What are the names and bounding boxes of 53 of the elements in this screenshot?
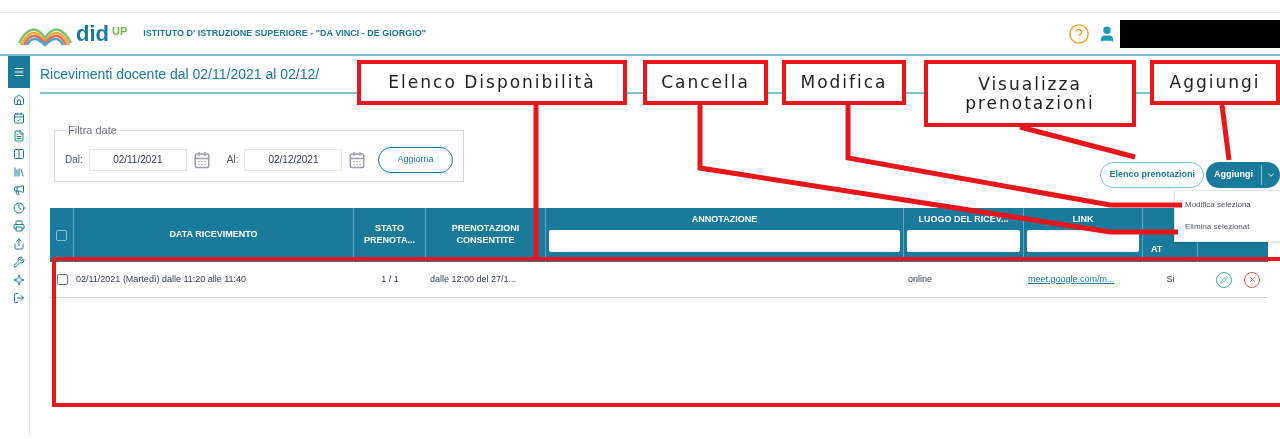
checkbox[interactable] — [56, 229, 67, 241]
app-logo-superscript: UP — [112, 24, 128, 39]
table-cell-text: dalle 12:00 del 27/1... — [429, 272, 518, 286]
callout-label: Elenco Disponibilità — [357, 60, 627, 105]
column-header[interactable]: LUOGO DEL RICEV... — [904, 208, 1024, 262]
meeting-link[interactable]: meet.google.com/m... — [1024, 272, 1143, 287]
from-date-field[interactable]: 02/11/2021 — [88, 148, 187, 171]
close-icon — [1247, 275, 1257, 284]
add-split-button[interactable]: Aggiungi — [1206, 162, 1280, 188]
sidebar-icon[interactable] — [12, 112, 25, 124]
sidebar-icon[interactable] — [12, 130, 25, 142]
sidebar-icon[interactable] — [12, 256, 25, 268]
sidebar-icon[interactable] — [12, 238, 25, 250]
to-date-field[interactable]: 02/12/2021 — [244, 148, 343, 171]
leader-line — [1219, 104, 1232, 161]
table-cell-text: 02/11/2021 (Martedì) dalle 11:20 alle 11:40 — [75, 272, 248, 286]
table-cell-text: online — [907, 272, 934, 286]
column-filter-field[interactable] — [1027, 229, 1139, 252]
column-filter-field[interactable] — [549, 229, 900, 252]
page-title: Ricevimenti docente dal 02/11/2021 al 02/12/ — [40, 64, 320, 84]
filter-legend: Filtra date — [65, 122, 120, 139]
checkbox[interactable] — [56, 274, 68, 285]
sidebar-icon[interactable] — [12, 220, 25, 232]
from-label: Dal: — [65, 153, 83, 168]
callout-label: Modifica — [782, 60, 906, 105]
column-header[interactable]: LINK — [1024, 208, 1143, 262]
callout-label: Cancella — [643, 60, 768, 105]
pencil-icon — [1220, 275, 1228, 284]
table-cell-text: Si — [1165, 272, 1176, 286]
column-header[interactable]: STATO PRENOTA... — [354, 208, 426, 262]
menu-icon — [12, 66, 25, 78]
column-header[interactable]: ANNOTAZIONE — [546, 208, 904, 262]
school-name: ISTITUTO D' ISTRUZIONE SUPERIORE - "DA VINCI - DE GIORGIO" — [143, 26, 426, 40]
sidebar-icon[interactable] — [12, 292, 25, 304]
callout-label: Aggiungi — [1150, 60, 1280, 105]
calendar-icon[interactable] — [348, 150, 367, 169]
callout-label: Visualizza prenotazioni — [924, 60, 1136, 127]
column-filter-field[interactable] — [907, 229, 1020, 252]
sidebar-icon[interactable] — [12, 94, 25, 106]
user-icon[interactable] — [1098, 24, 1116, 43]
column-header[interactable]: DATA RICEVIMENTO — [74, 208, 354, 262]
table-cell-text: 1 / 1 — [380, 272, 400, 286]
sidebar-icon[interactable] — [12, 148, 25, 160]
sidebar-icon[interactable] — [12, 202, 25, 214]
menu-button[interactable] — [7, 56, 30, 88]
caret-icon[interactable] — [1266, 170, 1276, 180]
calendar-icon[interactable] — [192, 150, 211, 169]
sidebar-icon[interactable] — [12, 166, 25, 178]
app-logo-text: did — [76, 22, 109, 45]
column-header[interactable]: PRENOTAZIONI CONSENTITE — [426, 208, 546, 262]
sidebar-icon[interactable] — [12, 274, 25, 286]
sidebar-icon[interactable] — [12, 184, 25, 196]
to-label: Al: — [226, 153, 239, 168]
